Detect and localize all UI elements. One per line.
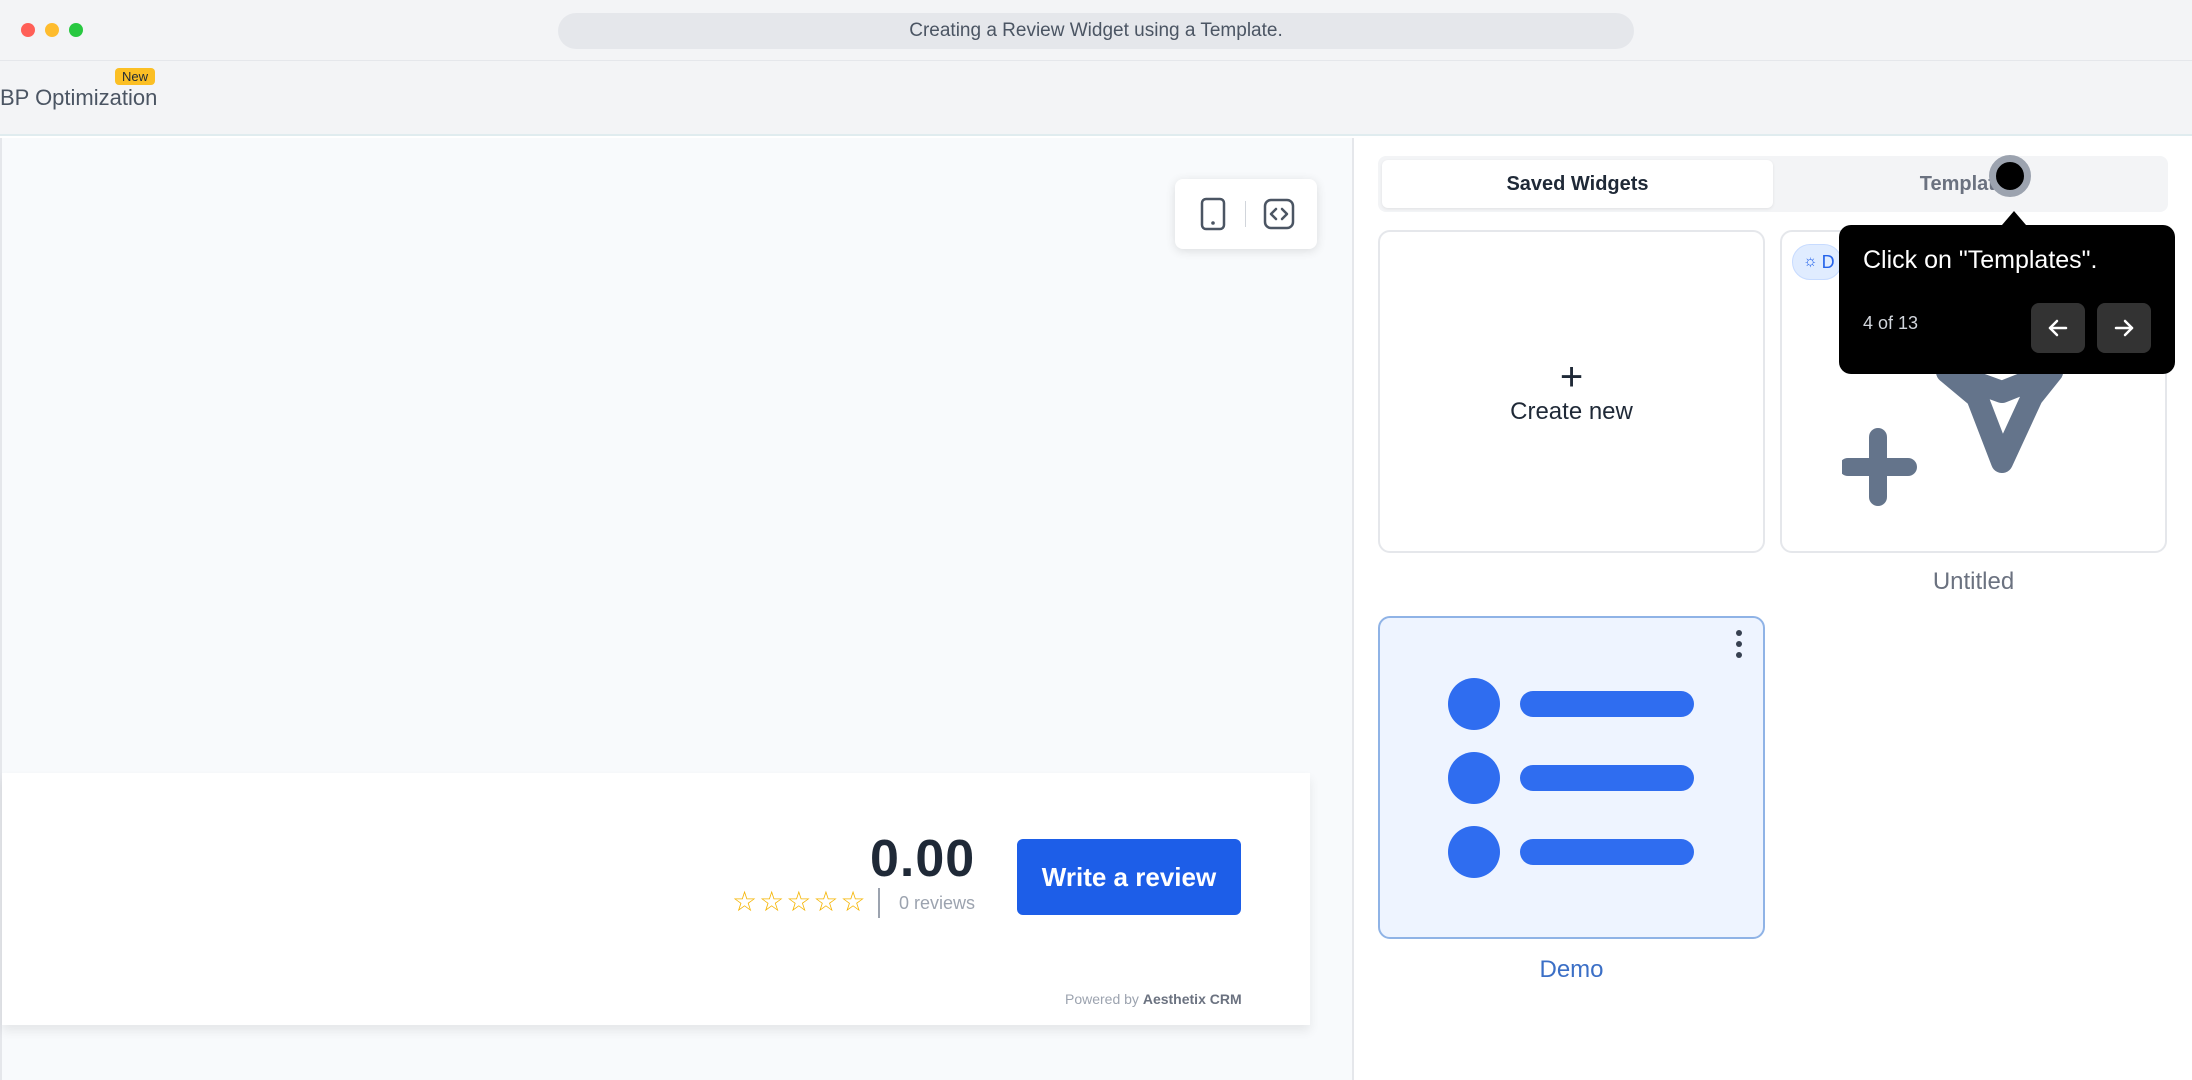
minimize-window-button[interactable]: [45, 23, 59, 37]
preview-toolbar: [1175, 179, 1317, 249]
star-icon: ☆: [813, 886, 839, 917]
click-target-indicator: [1989, 155, 2031, 197]
review-widget-preview: 0.00 ☆ ☆ ☆ ☆ ☆ 0 reviews Write a review Powe…: [2, 773, 1310, 1025]
tooltip-text: Click on "Templates".: [1863, 246, 2098, 274]
tab-saved-widgets[interactable]: Saved Widgets: [1382, 160, 1773, 208]
close-window-button[interactable]: [21, 23, 35, 37]
more-options-icon[interactable]: [1733, 630, 1745, 658]
widget-card-demo[interactable]: [1378, 616, 1765, 939]
star-rating: ☆ ☆ ☆ ☆ ☆: [732, 888, 866, 916]
new-badge: New: [115, 68, 156, 85]
window-titlebar: Creating a Review Widget using a Templat…: [0, 0, 2192, 61]
app-header: BP Optimization New: [0, 61, 2192, 136]
widget-tabs: Saved Widgets Templates: [1378, 156, 2168, 212]
tooltip-prev-button[interactable]: [2031, 303, 2085, 353]
guide-tooltip: Click on "Templates". 4 of 13: [1839, 211, 2175, 374]
arrow-right-icon: [2114, 319, 2134, 337]
powered-prefix: Powered by: [1065, 991, 1139, 1007]
maximize-window-button[interactable]: [69, 23, 83, 37]
arrow-left-icon: [2048, 319, 2068, 337]
star-icon: ☆: [786, 886, 812, 917]
widget-label-demo[interactable]: Demo: [1378, 956, 1765, 984]
star-icon: ☆: [840, 886, 866, 917]
star-icon: ☆: [732, 886, 758, 917]
toolbar-divider: [1245, 201, 1247, 227]
tab-templates[interactable]: Templates: [1773, 160, 2164, 208]
create-new-label: Create new: [1510, 397, 1633, 425]
create-new-card[interactable]: + Create new: [1378, 230, 1765, 553]
code-embed-icon[interactable]: [1260, 195, 1298, 233]
sun-icon: ☼: [1803, 253, 1818, 270]
review-count: 0 reviews: [899, 893, 976, 913]
list-row-graphic: [1448, 752, 1694, 804]
address-bar[interactable]: Creating a Review Widget using a Templat…: [558, 13, 1634, 49]
default-badge: ☼ D: [1792, 244, 1842, 280]
tooltip-next-button[interactable]: [2097, 303, 2151, 353]
star-icon: ☆: [759, 886, 785, 917]
mobile-phone-icon[interactable]: [1194, 195, 1232, 233]
list-row-graphic: [1448, 678, 1694, 730]
nav-item-optimization[interactable]: BP Optimization: [0, 85, 157, 111]
rating-divider: [878, 888, 880, 918]
default-badge-label: D: [1821, 251, 1835, 272]
sparkle-icon: [1842, 361, 2063, 506]
powered-brand[interactable]: Aesthetix CRM: [1143, 991, 1242, 1007]
plus-icon: +: [1559, 354, 1584, 399]
list-row-graphic: [1448, 826, 1694, 878]
widget-label-untitled[interactable]: Untitled: [1780, 568, 2167, 596]
powered-by: Powered by Aesthetix CRM: [1065, 991, 1242, 1007]
tooltip-step-counter: 4 of 13: [1863, 313, 1919, 333]
rating-score: 0.00: [870, 830, 976, 888]
write-review-button[interactable]: Write a review: [1017, 839, 1241, 915]
